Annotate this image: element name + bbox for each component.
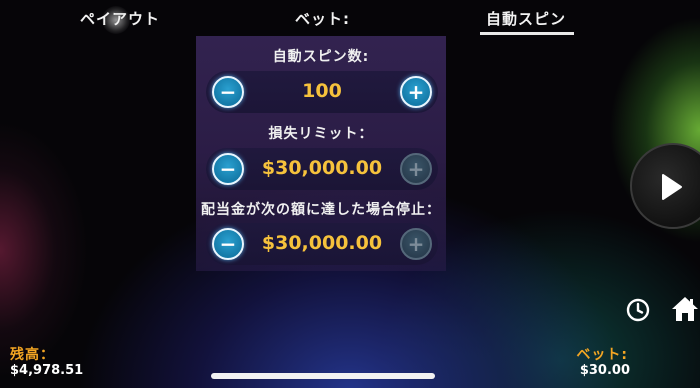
play-icon: [662, 174, 682, 200]
win-stop-stepper: − $30,000.00 +: [206, 223, 438, 265]
loss-limit-stepper: − $30,000.00 +: [206, 148, 438, 190]
loss-limit-label: 損失リミット：: [268, 126, 374, 142]
balance-value: $4,978.51: [10, 363, 84, 378]
spins-count-label: 自動スピン数:: [272, 49, 370, 65]
spins-count-value: 100: [302, 80, 342, 102]
spins-count-stepper: − 100 +: [206, 71, 438, 113]
win-stop-label: 配当金が次の額に達した場合停止：: [201, 202, 441, 218]
loss-limit-value: $30,000.00: [261, 157, 383, 179]
tab-autospin[interactable]: 自動スピン: [479, 8, 575, 35]
balance-label: 残高：: [10, 347, 55, 363]
loss-limit-minus-button[interactable]: −: [212, 153, 244, 185]
win-stop-minus-button[interactable]: −: [212, 228, 244, 260]
tab-payout[interactable]: ペイアウト: [80, 8, 160, 29]
spins-minus-button[interactable]: −: [212, 76, 244, 108]
loss-limit-plus-button[interactable]: +: [400, 153, 432, 185]
bet-label: ベット:: [576, 347, 628, 363]
spins-plus-button[interactable]: +: [400, 76, 432, 108]
win-stop-plus-button[interactable]: +: [400, 228, 432, 260]
tab-bet[interactable]: ベット:: [295, 8, 350, 29]
win-stop-value: $30,000.00: [261, 232, 383, 254]
home-indicator-bar[interactable]: [211, 373, 435, 379]
top-tabs: ペイアウト ベット: 自動スピン: [0, 0, 700, 36]
clock-icon[interactable]: [626, 298, 650, 322]
bet-value: $30.00: [579, 363, 630, 378]
home-icon[interactable]: [670, 294, 700, 324]
